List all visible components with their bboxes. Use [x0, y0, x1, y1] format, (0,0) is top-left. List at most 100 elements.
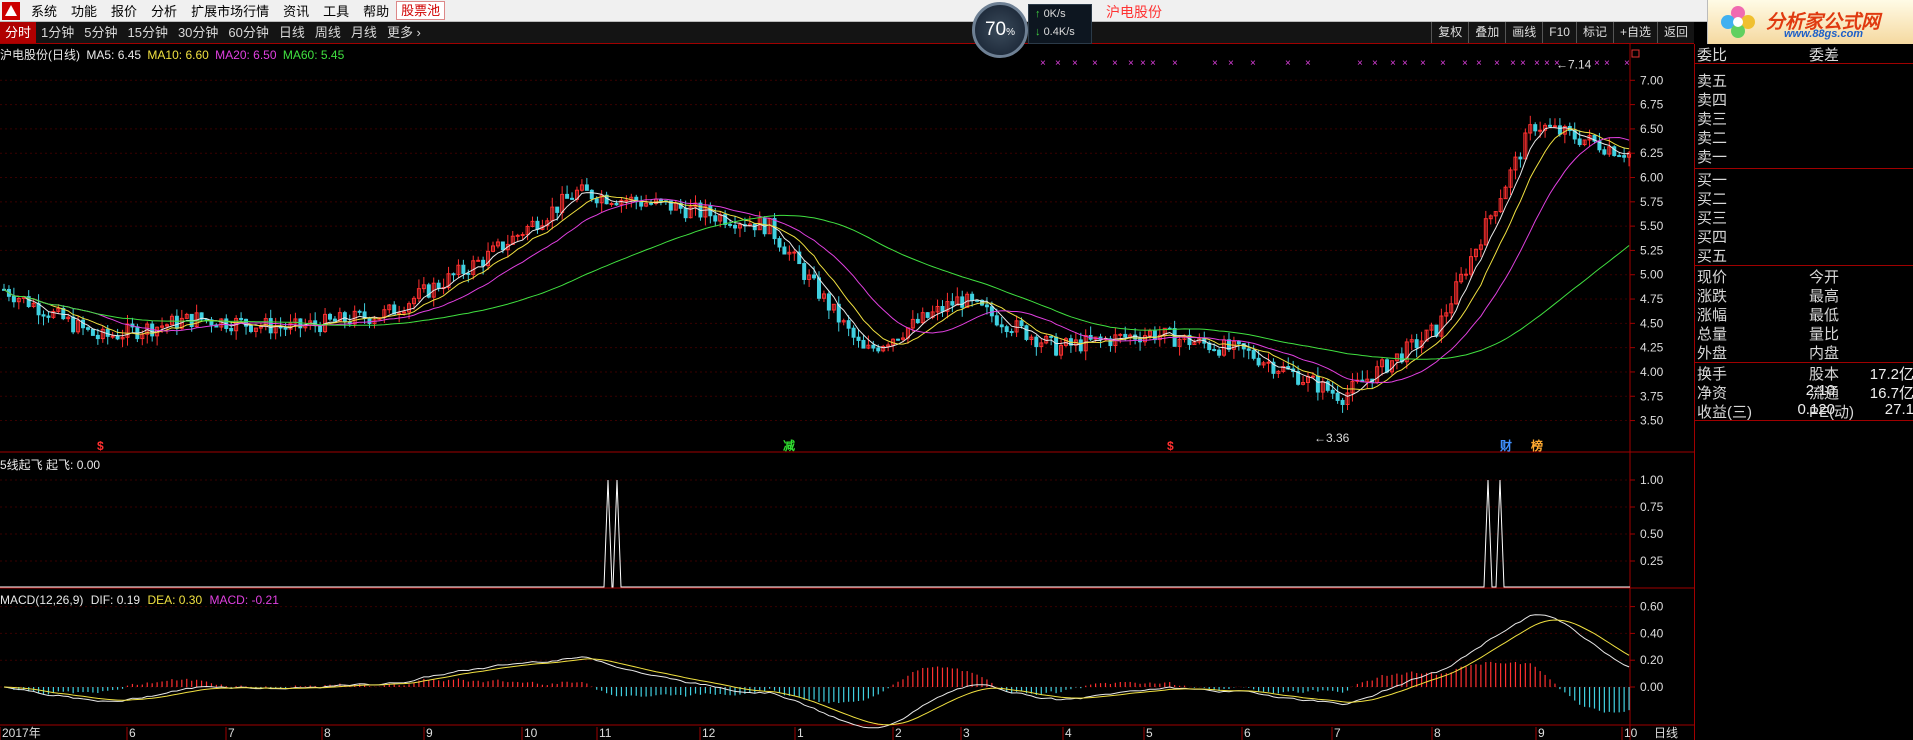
x-axis-label: 3 [963, 726, 970, 740]
ind1-tick-label: 0.25 [1640, 554, 1664, 568]
quote-buy-level-k: 买五 [1697, 248, 1728, 265]
signal-x-marker: × [1594, 58, 1600, 69]
ind1-tick-label: 0.75 [1640, 500, 1664, 514]
mark-button[interactable]: 标记 [1575, 22, 1613, 43]
axis-labels: 7.00 6.75 6.50 6.25 6.00 5.75 5.50 5.25 5.00 4.75… [0, 58, 1678, 740]
chart-canvas[interactable]: × × × × × × × × × × × × × × × × × × × × × × × × × × × × × × × 7.006.75… [0, 44, 1694, 740]
candle-body [792, 251, 797, 254]
tab-5min[interactable]: 5分钟 [79, 22, 122, 43]
tab-15min[interactable]: 15分钟 [122, 22, 172, 43]
quote-buy-level-k: 买三 [1697, 210, 1728, 227]
candle-body [846, 320, 851, 329]
candle-body [1251, 349, 1256, 359]
quote-sell-level-k: 卖三 [1697, 111, 1728, 128]
download-speed-value: 0.4K/s [1043, 26, 1075, 38]
tab-intraday[interactable]: 分时 [0, 22, 37, 43]
quote-fundamental-k: 收益(三) [1697, 404, 1752, 421]
quote-sell-level: 卖二 [1695, 127, 1913, 147]
candle-body [248, 325, 253, 332]
quote-buy-level-k: 买四 [1697, 229, 1728, 246]
candle-body [71, 316, 76, 333]
quote-stat: 总量 量比 [1695, 323, 1913, 343]
back-button[interactable]: 返回 [1656, 22, 1694, 43]
menu-item-tools[interactable]: 工具 [316, 1, 356, 20]
signal-x-marker: × [1072, 58, 1078, 69]
candle-body [1518, 156, 1523, 160]
menu-item-help[interactable]: 帮助 [356, 1, 396, 20]
x-axis-label: 5 [1146, 726, 1153, 740]
quote-stat-k2: 内盘 [1809, 345, 1840, 362]
stock-pool-label: 股票池 [401, 3, 441, 18]
menu-item-extended-market[interactable]: 扩展市场行情 [184, 1, 276, 20]
price-tick-label: 6.50 [1640, 122, 1664, 136]
network-percent: 70% [975, 19, 1025, 41]
toolbar-right-group: 复权 叠加 画线 F10 标记 +自选 返回 [1431, 22, 1694, 43]
quote-stat-k2: 最低 [1809, 307, 1840, 324]
ind1-tick-label: 0.50 [1640, 527, 1664, 541]
tab-30min[interactable]: 30分钟 [173, 22, 223, 43]
candle-body [1152, 330, 1157, 341]
price-tick-label: 4.25 [1640, 341, 1664, 355]
candle-body [95, 334, 100, 340]
candle-body [11, 295, 16, 303]
candle-body [555, 206, 560, 213]
candle-body [283, 327, 288, 330]
candle-body [733, 224, 738, 229]
candle-body [1414, 339, 1419, 349]
quote-buy-level: 买二 [1695, 188, 1913, 208]
download-speed: ↓ 0.4K/s [1029, 23, 1091, 41]
signal-x-marker: × [1040, 58, 1046, 69]
x-axis-label: 7 [1334, 726, 1341, 740]
candle-body [1009, 331, 1014, 334]
add-watchlist-button[interactable]: +自选 [1612, 22, 1657, 43]
candle-body [614, 203, 619, 206]
menu-item-analysis[interactable]: 分析 [144, 1, 184, 20]
adjust-button[interactable]: 复权 [1431, 22, 1468, 43]
candle-body [876, 347, 881, 352]
candle-body [1602, 149, 1607, 155]
candle-body [728, 223, 733, 226]
tab-monthly[interactable]: 月线 [346, 22, 382, 43]
candle-body [1118, 333, 1123, 336]
menu-item-quote[interactable]: 报价 [104, 1, 144, 20]
menu-item-function[interactable]: 功能 [64, 1, 104, 20]
candle-body [994, 315, 999, 326]
signal-x-marker: × [1140, 58, 1146, 69]
network-speed-box: ↑ 0K/s ↓ 0.4K/s [1028, 4, 1092, 44]
overlay-button[interactable]: 叠加 [1468, 22, 1505, 43]
menu-item-system[interactable]: 系统 [24, 1, 64, 20]
f10-button[interactable]: F10 [1542, 22, 1576, 43]
candle-body [713, 215, 718, 222]
candle-body [535, 220, 540, 230]
x-axis-label: 2 [895, 726, 902, 740]
candle-body [871, 344, 876, 349]
candle-body [239, 317, 244, 320]
period-toolbar: 分时 1分钟 5分钟 15分钟 30分钟 60分钟 日线 周线 月线 更多 › … [0, 22, 1694, 44]
upload-speed: ↑ 0K/s [1029, 5, 1091, 23]
price-tick-label: 6.00 [1640, 171, 1664, 185]
quote-fundamental: 收益(三) 0.120 PE(动) 27.1 [1695, 401, 1913, 421]
candle-body [1310, 375, 1315, 378]
stock-pool-button[interactable]: 股票池 [396, 1, 446, 20]
candle-body [110, 335, 115, 338]
draw-line-button[interactable]: 画线 [1505, 22, 1542, 43]
network-percent-value: 70 [984, 19, 1007, 40]
x-axis-label: 6 [1244, 726, 1251, 740]
low-price-marker: ←3.36 [1314, 431, 1350, 445]
tab-60min[interactable]: 60分钟 [223, 22, 273, 43]
quote-sell-level-k: 卖一 [1697, 149, 1728, 166]
tab-1min[interactable]: 1分钟 [36, 22, 79, 43]
x-axis-label: 8 [1434, 726, 1441, 740]
candlestick-series [2, 115, 1632, 413]
tab-weekly[interactable]: 周线 [310, 22, 346, 43]
quote-stat-k2: 今开 [1809, 269, 1840, 286]
candle-body [115, 335, 120, 340]
quote-buy-level-k: 买二 [1697, 191, 1728, 208]
signal-x-marker: × [1128, 58, 1134, 69]
tab-more[interactable]: 更多 › [382, 22, 426, 43]
menu-item-news[interactable]: 资讯 [276, 1, 316, 20]
candle-body [624, 199, 629, 202]
x-axis-label: 2017年 [2, 726, 41, 740]
candle-body [1533, 124, 1538, 132]
tab-daily[interactable]: 日线 [274, 22, 310, 43]
